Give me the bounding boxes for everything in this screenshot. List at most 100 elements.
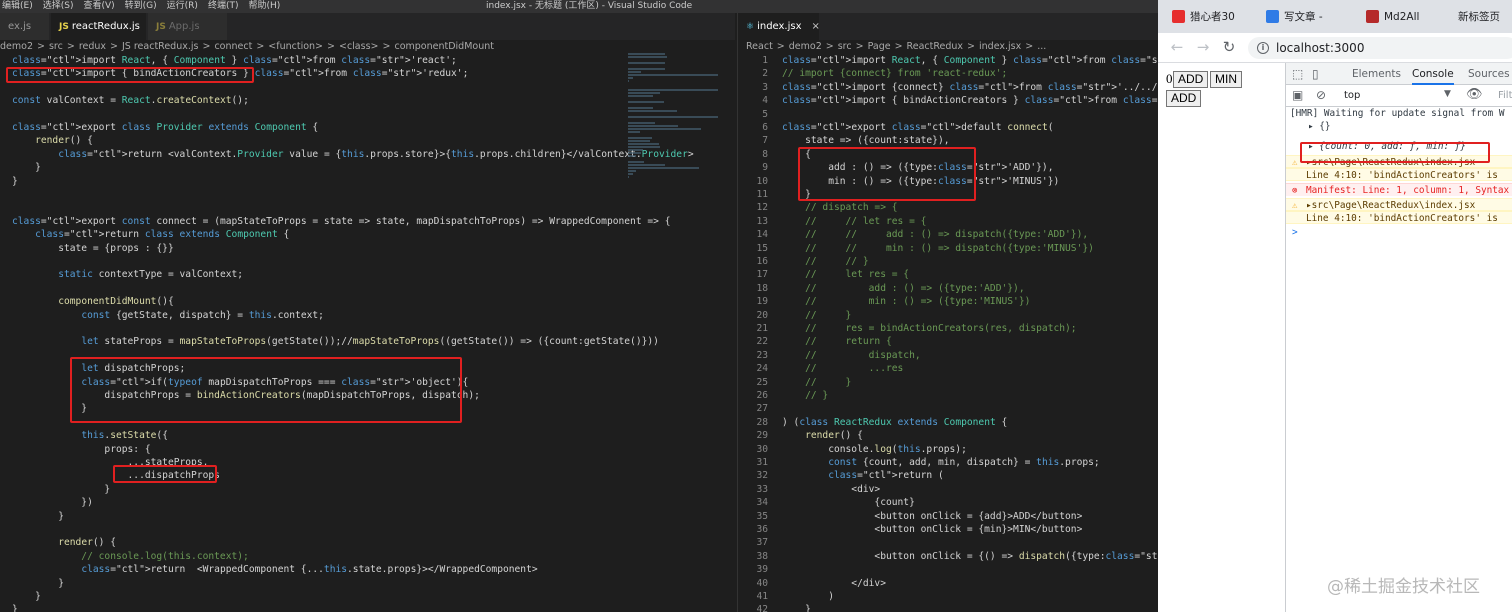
address-bar: ← → ↻ i localhost:3000 xyxy=(1158,33,1512,63)
crumb[interactable]: connect xyxy=(214,41,252,52)
filter-input[interactable]: Filt xyxy=(1498,90,1512,101)
line-number: 17 xyxy=(756,269,768,281)
web-page: 0 ADD MIN ADD xyxy=(1158,63,1285,612)
code-line: props: { xyxy=(12,443,151,455)
sidebar-toggle-icon[interactable]: ▣ xyxy=(1292,88,1303,102)
crumb[interactable]: index.jsx xyxy=(979,41,1021,52)
browser-tab[interactable]: 写文章 - xyxy=(1262,6,1323,28)
code-line: <button onClick = {min}>MIN</button> xyxy=(782,524,1083,535)
code-line: render() { xyxy=(58,537,116,549)
highlight-box-mapdispatch xyxy=(798,147,976,201)
menu-select[interactable]: 选择(S) xyxy=(43,1,74,11)
crumb[interactable]: src xyxy=(838,41,852,52)
console-message[interactable]: ⚠ ▸src\Page\ReactRedux\index.jsx xyxy=(1286,198,1512,211)
crumb[interactable]: demo2 xyxy=(789,41,822,52)
crumb-sep: > xyxy=(825,41,834,52)
browser-tab[interactable]: 新标签页 xyxy=(1448,6,1500,28)
code-line: class="ctl">export const connect = (mapS… xyxy=(12,215,671,227)
crumb[interactable]: ReactRedux xyxy=(907,41,963,52)
tab-index-jsx[interactable]: ⚛ index.jsx × xyxy=(738,13,820,40)
crumb-sep: > xyxy=(256,41,265,52)
info-icon[interactable]: i xyxy=(1257,42,1269,54)
tab-reactredux-js[interactable]: JS reactRedux.js xyxy=(51,13,147,40)
tab-elements[interactable]: Elements xyxy=(1352,63,1401,85)
menu-goto[interactable]: 转到(G) xyxy=(125,1,157,11)
line-number: 8 xyxy=(762,148,768,160)
console-message[interactable]: Line 4:10: 'bindActionCreators' is xyxy=(1286,211,1512,224)
minimap[interactable] xyxy=(628,53,728,213)
console-message[interactable]: [HMR] Waiting for update signal from W xyxy=(1286,107,1512,120)
menu-terminal[interactable]: 终端(T) xyxy=(208,1,239,11)
crumb[interactable]: ... xyxy=(1037,41,1046,52)
minimap-line xyxy=(628,155,637,157)
forward-icon[interactable]: → xyxy=(1194,38,1212,56)
line-number: 21 xyxy=(756,323,768,334)
crumb[interactable]: JS reactRedux.js xyxy=(122,41,198,52)
code-line: // ...res xyxy=(782,363,904,375)
line-number: 4 xyxy=(762,95,768,107)
reload-icon[interactable]: ↻ xyxy=(1220,38,1238,56)
code-line: // return { xyxy=(782,336,892,348)
context-select[interactable]: top xyxy=(1344,90,1360,101)
back-icon[interactable]: ← xyxy=(1168,38,1186,56)
minimap-line xyxy=(628,140,650,142)
crumb[interactable]: src xyxy=(49,41,63,52)
crumb[interactable]: <class> xyxy=(339,41,379,52)
url-field[interactable]: i localhost:3000 xyxy=(1248,37,1512,59)
code-line: // let res = { xyxy=(782,269,910,281)
devtools-tab-bar: ⬚ ▯ Elements Console Sources xyxy=(1286,63,1512,85)
code-line: static contextType = valContext; xyxy=(58,269,244,281)
line-number: 34 xyxy=(756,497,768,509)
code-line: const valContext = React.createContext()… xyxy=(12,95,249,107)
add-dispatch-button[interactable]: ADD xyxy=(1166,90,1202,107)
crumb[interactable]: demo2 xyxy=(0,41,33,52)
menu-run[interactable]: 运行(R) xyxy=(167,1,198,11)
code-line: // // add : () => dispatch({type:'ADD'})… xyxy=(782,229,1089,241)
code-line: const {getState, dispatch} = this.contex… xyxy=(81,309,324,321)
console-text: > xyxy=(1292,227,1298,238)
tab-sources[interactable]: Sources xyxy=(1468,63,1510,85)
console-message[interactable]: ⊗ Manifest: Line: 1, column: 1, Syntax e xyxy=(1286,183,1512,196)
chevron-down-icon[interactable]: ▼ xyxy=(1444,89,1451,99)
tab-console[interactable]: Console xyxy=(1412,63,1454,85)
crumb[interactable]: <function> xyxy=(268,41,323,52)
console-message[interactable]: ▸ {} xyxy=(1286,120,1512,133)
line-number: 20 xyxy=(756,309,768,321)
close-icon[interactable]: × xyxy=(812,21,820,32)
console-message[interactable]: Line 4:10: 'bindActionCreators' is xyxy=(1286,168,1512,181)
browser-tab[interactable]: Md2All xyxy=(1362,6,1419,28)
browser-tab-label: 写文章 - xyxy=(1284,11,1323,23)
min-button[interactable]: MIN xyxy=(1210,71,1242,88)
code-line: class="ctl">import { bindActionCreators … xyxy=(782,95,1158,107)
clear-console-icon[interactable]: ⊘ xyxy=(1316,88,1326,102)
add-button[interactable]: ADD xyxy=(1173,71,1209,88)
minimap-line xyxy=(628,131,640,133)
site-favicon-icon xyxy=(1366,10,1379,23)
line-number: 32 xyxy=(756,470,768,482)
browser-tab[interactable]: 猎心者30 xyxy=(1168,6,1235,28)
line-number: 31 xyxy=(756,457,768,468)
inspect-icon[interactable]: ⬚ xyxy=(1292,63,1303,85)
highlight-box-spread xyxy=(113,465,217,483)
menu-edit[interactable]: 编辑(E) xyxy=(2,1,33,11)
line-number: 39 xyxy=(756,564,768,576)
crumb[interactable]: redux xyxy=(79,41,106,52)
code-line: // dispatch => { xyxy=(782,202,898,214)
minimap-line xyxy=(628,74,718,76)
device-toggle-icon[interactable]: ▯ xyxy=(1312,63,1319,85)
code-line: // add : () => ({type:'ADD'}), xyxy=(782,282,1025,294)
menu-view[interactable]: 查看(V) xyxy=(83,1,114,11)
eye-icon[interactable]: 👁 xyxy=(1466,87,1483,102)
console-message[interactable]: > xyxy=(1286,226,1512,239)
tab-ex-js[interactable]: ex.js xyxy=(0,13,50,40)
crumb[interactable]: React xyxy=(746,41,773,52)
crumb-sep: > xyxy=(894,41,903,52)
crumb[interactable]: Page xyxy=(868,41,891,52)
left-editor-pane: ex.js JS reactRedux.js JS App.js demo2 > src… xyxy=(0,13,735,612)
menu-help[interactable]: 帮助(H) xyxy=(248,1,280,11)
browser-tab-label: Md2All xyxy=(1384,11,1420,23)
crumb[interactable]: componentDidMount xyxy=(394,41,494,52)
tab-app-js[interactable]: JS App.js xyxy=(148,13,228,40)
console-text: Line 4:10: 'bindActionCreators' is xyxy=(1306,170,1498,181)
minimap-line xyxy=(628,122,655,124)
